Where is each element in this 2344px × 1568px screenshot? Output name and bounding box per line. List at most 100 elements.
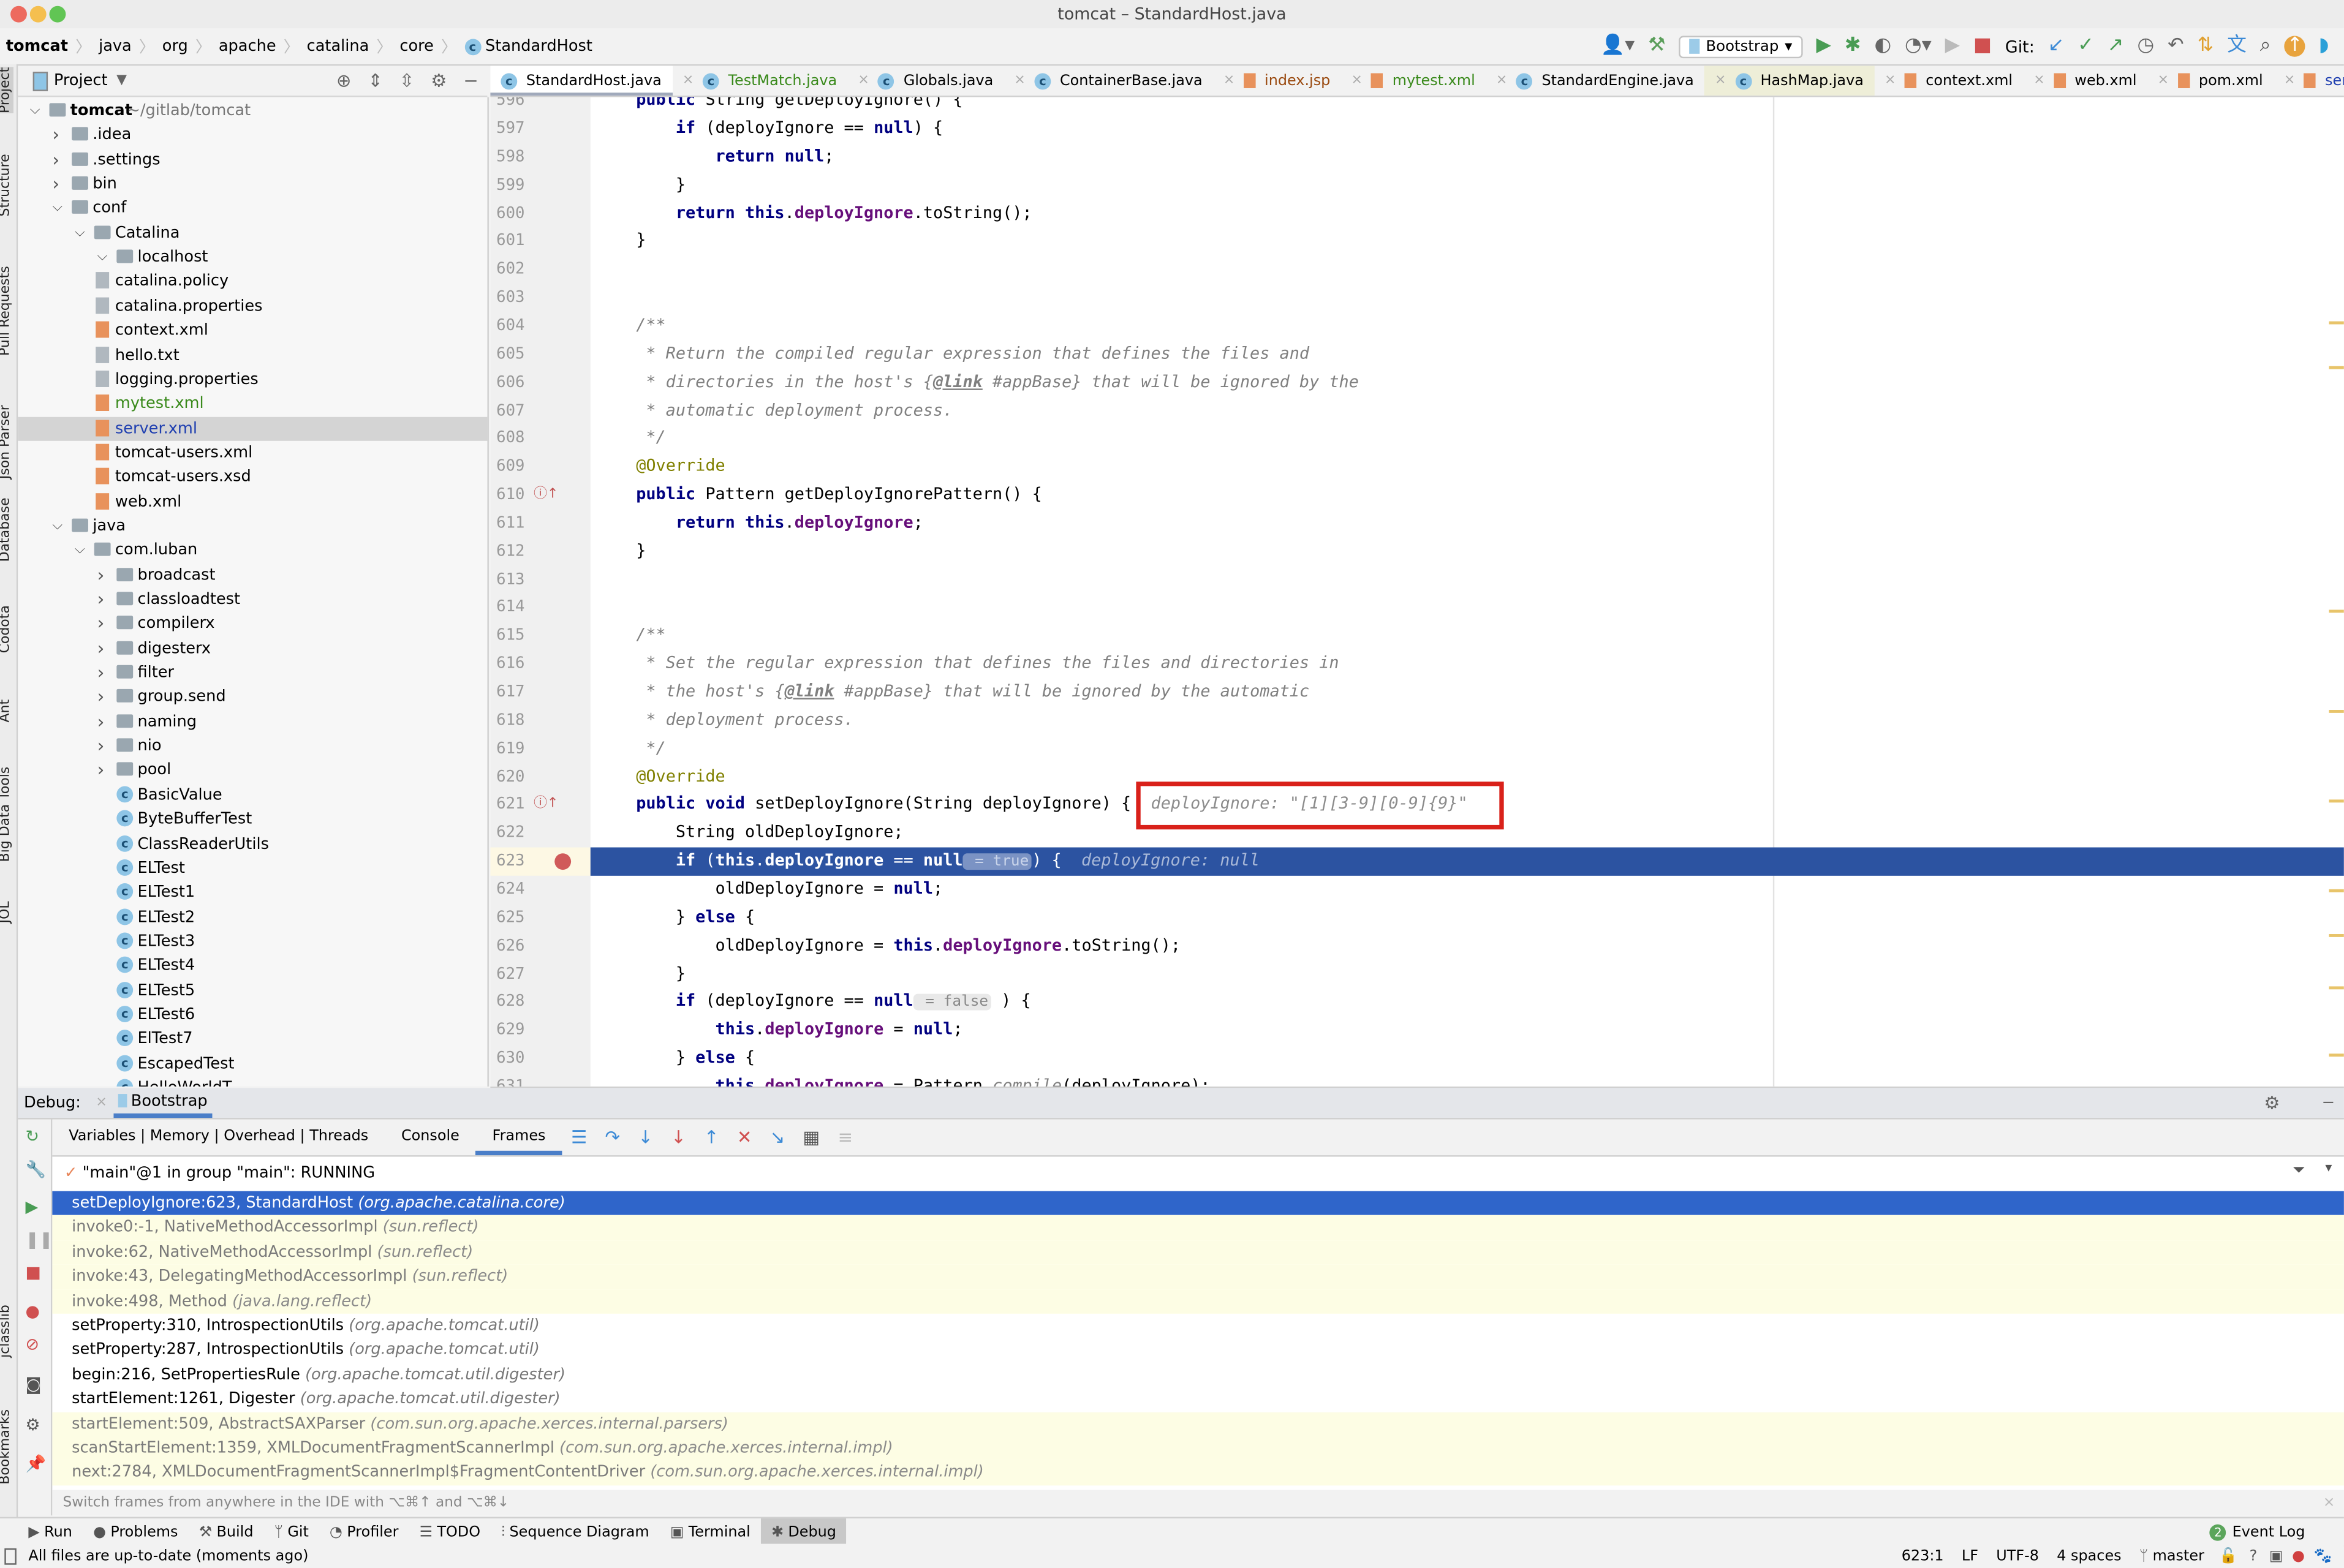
stack-frame[interactable]: invoke:62, NativeMethodAccessorImpl (sun… <box>52 1240 2344 1265</box>
line-separator[interactable]: LF <box>1962 1548 1978 1564</box>
line-number[interactable]: 612 <box>490 538 524 566</box>
zoom-window-button[interactable] <box>49 6 66 23</box>
help-gear-icon[interactable]: ? <box>2250 1548 2258 1564</box>
coverage-icon[interactable]: ◐ <box>1874 35 1891 57</box>
chevron-right-icon[interactable]: › <box>52 172 59 197</box>
step-over-icon[interactable]: ↷ <box>605 1127 621 1148</box>
tree-item[interactable]: c ElTest7 <box>18 1027 487 1052</box>
view-breakpoints-icon[interactable]: ● <box>25 1302 39 1321</box>
tree-item[interactable]: ⌵ Catalina <box>18 221 487 246</box>
close-tab-icon[interactable]: × <box>1496 74 1507 88</box>
stack-frame[interactable]: next:2784, XMLDocumentFragmentScannerImp… <box>52 1460 2344 1485</box>
close-tab-icon[interactable]: × <box>1223 74 1234 88</box>
line-number[interactable]: 607 <box>490 397 524 425</box>
stack-frame[interactable]: invoke:498, Method (java.lang.reflect) <box>52 1289 2344 1314</box>
hide-icon[interactable]: − <box>2322 1094 2335 1112</box>
gear-icon[interactable]: ⚙ <box>431 70 447 91</box>
gear-icon[interactable]: ⚙ <box>25 1415 40 1435</box>
close-tab-icon[interactable]: × <box>2158 74 2169 88</box>
wrench-icon[interactable]: 🔧 <box>25 1159 45 1179</box>
editor-tab[interactable]: × c HashMap.java <box>1704 66 1874 96</box>
tree-item[interactable]: ⌵ java <box>18 514 487 538</box>
tree-item[interactable]: c ELTest5 <box>18 978 487 1003</box>
line-number[interactable]: 603 <box>490 284 524 312</box>
line-number[interactable]: 627 <box>490 960 524 989</box>
editor-tab[interactable]: × c StandardEngine.java <box>1486 66 1704 96</box>
stack-frame[interactable]: invoke0:-1, NativeMethodAccessorImpl (su… <box>52 1215 2344 1240</box>
error-stripe-mark[interactable] <box>2329 934 2344 937</box>
tool-strip-json-parser[interactable]: Json Parser <box>0 405 13 479</box>
stack-frame[interactable]: setProperty:310, IntrospectionUtils (org… <box>52 1314 2344 1338</box>
stop-icon[interactable]: ■ <box>25 1263 40 1283</box>
line-number[interactable]: 601 <box>490 228 524 256</box>
editor-tab[interactable]: × index.jsp <box>1213 66 1341 96</box>
line-number[interactable]: 610 <box>490 481 524 510</box>
tree-item[interactable]: c ELTest <box>18 856 487 881</box>
editor-tab[interactable]: × web.xml <box>2023 66 2147 96</box>
code-editor[interactable]: 596 public String getDeployIgnore() {597… <box>490 97 2344 1088</box>
tree-item[interactable]: ⌵ localhost <box>18 245 487 270</box>
line-number[interactable]: 614 <box>490 594 524 622</box>
chevron-right-icon[interactable]: › <box>97 587 105 612</box>
tree-item[interactable]: › classloadtest <box>18 587 487 612</box>
tool-strip-structure[interactable]: Structure <box>0 154 13 216</box>
tree-item[interactable]: mytest.xml <box>18 392 487 417</box>
tree-item[interactable]: tomcat-users.xsd <box>18 465 487 489</box>
chevron-down-icon[interactable]: ⌵ <box>52 197 62 221</box>
close-tab-icon[interactable]: × <box>858 74 869 88</box>
tree-item[interactable]: › filter <box>18 661 487 685</box>
layout-icon[interactable]: ☰ <box>571 1127 587 1148</box>
stop-icon[interactable]: ■ <box>1973 35 1992 57</box>
file-encoding[interactable]: UTF-8 <box>1996 1548 2039 1564</box>
line-number[interactable]: 621 <box>490 791 524 820</box>
resume-disabled-icon[interactable]: ▶ <box>1945 35 1960 57</box>
tree-item[interactable]: c ClassReaderUtils <box>18 832 487 856</box>
override-method-icon[interactable]: ⓘ↑ <box>534 791 558 820</box>
panel-toggle-icon[interactable] <box>4 1547 17 1564</box>
tree-item[interactable]: › compilerx <box>18 612 487 636</box>
stack-frame[interactable]: startElement:1261, Digester (org.apache.… <box>52 1387 2344 1412</box>
breadcrumb-item[interactable]: tomcat <box>6 37 68 55</box>
step-out-icon[interactable]: ↑ <box>704 1127 719 1148</box>
override-method-icon[interactable]: ⓘ↑ <box>534 481 558 510</box>
run-config-select[interactable]: Bootstrap ▾ <box>1679 35 1803 58</box>
error-stripe-mark[interactable] <box>2329 986 2344 990</box>
close-tab-icon[interactable]: × <box>1715 74 1726 88</box>
history-icon[interactable]: ◷ <box>2137 35 2154 57</box>
build-hammer-icon[interactable]: ⚒ <box>1648 35 1665 57</box>
tree-item[interactable]: c BasicValue <box>18 783 487 807</box>
debug-tab[interactable]: Variables | Memory | Overhead | Threads <box>52 1120 385 1156</box>
debug-session-tab[interactable]: Bootstrap <box>113 1088 213 1118</box>
chevron-right-icon[interactable]: › <box>97 758 105 783</box>
breadcrumb-item[interactable]: org <box>162 37 188 55</box>
tree-item[interactable]: web.xml <box>18 489 487 514</box>
thread-selector[interactable]: ✓ "main"@1 in group "main": RUNNING <box>64 1159 375 1186</box>
tool-window-git[interactable]: ᛘ Git <box>264 1518 319 1545</box>
filter-icon[interactable]: ⏷ <box>2293 1161 2305 1181</box>
evaluate-expression-icon[interactable]: ▦ <box>803 1127 820 1148</box>
chevron-right-icon[interactable]: › <box>97 612 105 636</box>
tree-item[interactable]: c ELTest2 <box>18 905 487 930</box>
line-number[interactable]: 631 <box>490 1073 524 1087</box>
tree-item[interactable]: catalina.properties <box>18 294 487 318</box>
chevron-right-icon[interactable]: › <box>97 636 105 661</box>
line-number[interactable]: 598 <box>490 143 524 172</box>
editor-tab[interactable]: × pom.xml <box>2147 66 2274 96</box>
line-number[interactable]: 619 <box>490 735 524 763</box>
tree-item[interactable]: › broadcast <box>18 563 487 587</box>
close-tab-icon[interactable]: × <box>1885 74 1896 88</box>
editor-tab[interactable]: × c Globals.java <box>847 66 1004 96</box>
tree-item[interactable]: c ByteBufferTest <box>18 807 487 832</box>
close-window-button[interactable] <box>10 6 27 23</box>
chevron-right-icon[interactable]: › <box>97 685 105 709</box>
tree-item[interactable]: c ELTest6 <box>18 1003 487 1027</box>
stack-frame[interactable]: scanStartElement:1359, XMLDocumentFragme… <box>52 1436 2344 1461</box>
tree-item[interactable]: hello.txt <box>18 343 487 368</box>
tool-window-run[interactable]: ▶ Run <box>18 1518 83 1545</box>
stack-frame[interactable]: setProperty:287, IntrospectionUtils (org… <box>52 1338 2344 1363</box>
tree-item[interactable]: › digesterx <box>18 636 487 661</box>
tool-strip-ant[interactable]: Ant <box>0 699 13 723</box>
tool-strip-project[interactable]: Project <box>0 67 13 113</box>
tool-window-problems[interactable]: ● Problems <box>83 1518 189 1545</box>
stack-frame[interactable]: startElement:509, AbstractSAXParser (com… <box>52 1411 2344 1436</box>
